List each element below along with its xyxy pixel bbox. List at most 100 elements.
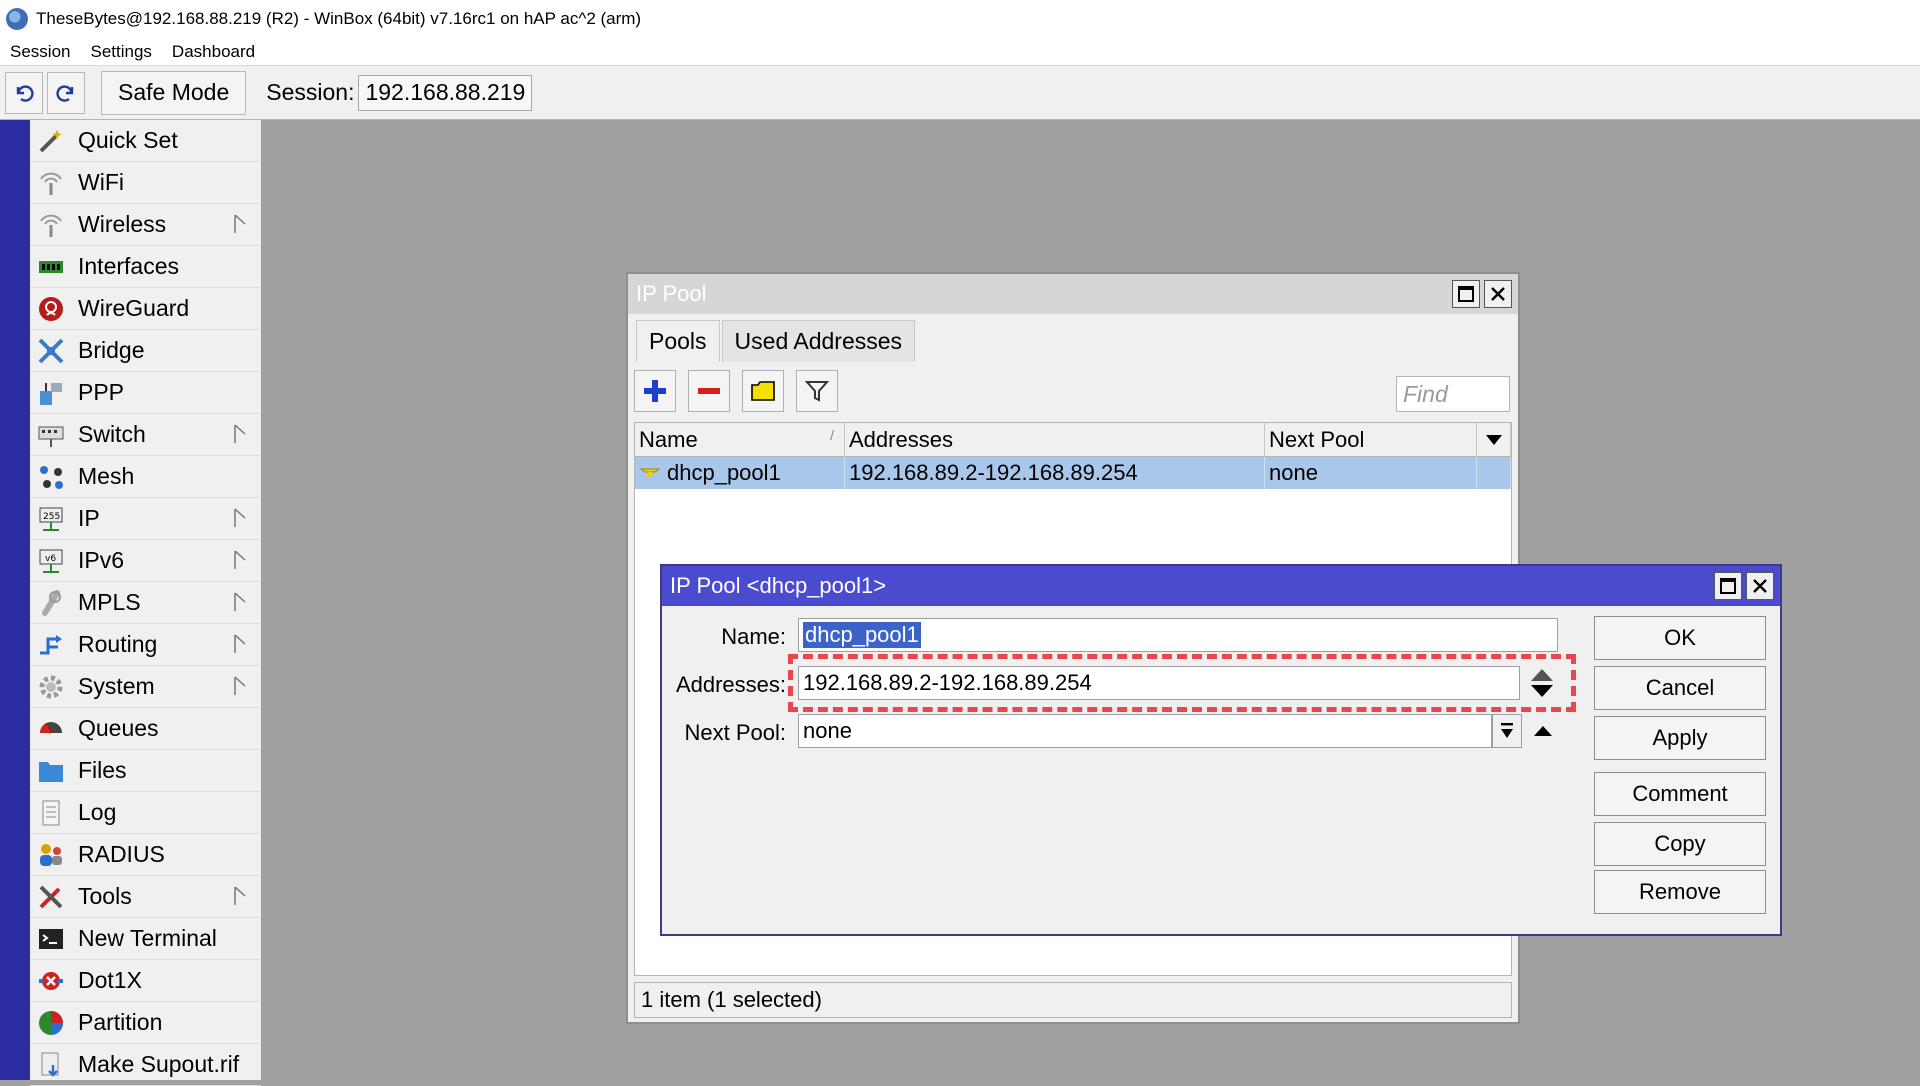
maximize-button[interactable] <box>1452 280 1480 308</box>
dialog-close-button[interactable] <box>1746 572 1774 600</box>
window-titlebar: TheseBytes@192.168.88.219 (R2) - WinBox … <box>0 0 1920 38</box>
window-title: TheseBytes@192.168.88.219 (R2) - WinBox … <box>36 9 642 28</box>
sidebar-item-label: WiFi <box>78 169 124 195</box>
name-field[interactable]: dhcp_pool1 <box>798 618 1558 652</box>
comment-button[interactable]: Comment <box>1594 772 1766 816</box>
sidebar-item-label: PPP <box>78 379 125 405</box>
add-button[interactable] <box>634 370 676 412</box>
column-header-name[interactable]: Name / <box>635 423 845 456</box>
sidebar-item-wireguard[interactable]: WireGuard <box>30 288 261 330</box>
chevron-down-icon <box>1485 434 1502 445</box>
sidebar-item-system[interactable]: System <box>30 666 261 708</box>
switch-icon <box>36 420 66 450</box>
column-chooser-button[interactable] <box>1477 423 1511 456</box>
sidebar-item-ipv6[interactable]: v6 IPv6 <box>30 540 261 582</box>
sidebar-item-partition[interactable]: Partition <box>30 1002 261 1044</box>
sidebar-item-label: Make Supout.rif <box>78 1051 240 1077</box>
sidebar-item-wifi[interactable]: WiFi <box>30 162 261 204</box>
remove-button[interactable]: Remove <box>1594 870 1766 914</box>
redo-icon <box>56 84 74 102</box>
sidebar-item-label: System <box>78 673 155 699</box>
ip-pool-tabs: Pools Used Addresses <box>636 320 917 362</box>
tab-pools[interactable]: Pools <box>636 320 720 362</box>
tab-used-addresses[interactable]: Used Addresses <box>721 320 916 362</box>
ok-button[interactable]: OK <box>1594 616 1766 660</box>
table-row[interactable]: dhcp_pool1 192.168.89.2-192.168.89.254 n… <box>635 457 1511 489</box>
row-filler <box>1477 457 1511 489</box>
sidebar-item-new-terminal[interactable]: New Terminal <box>30 918 261 960</box>
sidebar-item-ip[interactable]: 255 IP <box>30 498 261 540</box>
minus-icon <box>698 388 720 394</box>
sidebar-item-label: Switch <box>78 421 146 447</box>
sidebar-item-routing[interactable]: Routing <box>30 624 261 666</box>
menu-settings[interactable]: Settings <box>90 42 151 62</box>
menu-dashboard[interactable]: Dashboard <box>172 42 255 62</box>
up-down-arrows-icon <box>1531 669 1553 697</box>
ip-pool-edit-dialog: IP Pool <dhcp_pool1> Name: dhcp_pool1 Ad… <box>660 564 1782 936</box>
partition-icon <box>36 1008 66 1038</box>
addresses-label: Addresses: <box>675 672 786 697</box>
filter-button[interactable] <box>796 370 838 412</box>
tools-icon <box>36 882 66 912</box>
sidebar-item-files[interactable]: Files <box>30 750 261 792</box>
ipv6-icon: v6 <box>36 546 66 576</box>
list-toolbar <box>634 370 850 412</box>
menu-session[interactable]: Session <box>10 42 70 62</box>
undo-button[interactable] <box>5 71 43 114</box>
addresses-field[interactable]: 192.168.89.2-192.168.89.254 <box>798 666 1520 700</box>
ip-pool-window-title: IP Pool <box>636 281 707 306</box>
comment-button[interactable] <box>742 370 784 412</box>
find-input[interactable]: Find <box>1396 376 1510 412</box>
sidebar-item-dot1x[interactable]: Dot1X <box>30 960 261 1002</box>
sidebar-item-switch[interactable]: Switch <box>30 414 261 456</box>
sidebar-item-label: Mesh <box>78 463 135 489</box>
ip-pool-window-titlebar[interactable]: IP Pool <box>628 274 1518 314</box>
sidebar-item-interfaces[interactable]: Interfaces <box>30 246 261 288</box>
pool-row-icon <box>639 468 661 478</box>
safe-mode-button[interactable]: Safe Mode <box>101 70 247 115</box>
sidebar-item-bridge[interactable]: Bridge <box>30 330 261 372</box>
folder-icon <box>36 756 66 786</box>
sidebar-item-mesh[interactable]: Mesh <box>30 456 261 498</box>
dialog-maximize-button[interactable] <box>1714 572 1742 600</box>
supout-icon <box>36 1050 66 1080</box>
menu-bar: Session Settings Dashboard <box>0 38 1920 66</box>
next-pool-select[interactable]: none <box>798 714 1492 748</box>
sidebar-item-label: Bridge <box>78 337 145 363</box>
sidebar-item-label: Dot1X <box>78 967 142 993</box>
sidebar-item-label: New Terminal <box>78 925 217 951</box>
maximize-icon <box>1458 286 1474 302</box>
next-pool-collapse-button[interactable] <box>1532 720 1554 742</box>
session-label: Session: <box>266 79 355 105</box>
next-pool-dropdown-button[interactable] <box>1492 714 1522 748</box>
apply-button[interactable]: Apply <box>1594 716 1766 760</box>
sidebar-item-tools[interactable]: Tools <box>30 876 261 918</box>
sidebar-item-label: MPLS <box>78 589 141 615</box>
column-header-name-label: Name <box>639 426 698 452</box>
sidebar-item-radius[interactable]: RADIUS <box>30 834 261 876</box>
column-header-addresses[interactable]: Addresses <box>845 423 1265 456</box>
sidebar-item-mpls[interactable]: MPLS <box>30 582 261 624</box>
sidebar-item-label: Queues <box>78 715 159 741</box>
redo-button[interactable] <box>47 71 85 114</box>
session-field[interactable]: 192.168.88.219 <box>358 74 533 111</box>
column-header-next-pool[interactable]: Next Pool <box>1265 423 1477 456</box>
cancel-button[interactable]: Cancel <box>1594 666 1766 710</box>
next-pool-label: Next Pool: <box>684 720 787 745</box>
submenu-arrow-icon <box>233 591 247 613</box>
dialog-titlebar[interactable]: IP Pool <dhcp_pool1> <box>662 566 1780 606</box>
sidebar-item-log[interactable]: Log <box>30 792 261 834</box>
sidebar-item-ppp[interactable]: PPP <box>30 372 261 414</box>
remove-button[interactable] <box>688 370 730 412</box>
sidebar-item-label: Quick Set <box>78 127 178 153</box>
wand-icon <box>36 126 66 156</box>
sidebar-item-queues[interactable]: Queues <box>30 708 261 750</box>
sidebar-item-wireless[interactable]: Wireless <box>30 204 261 246</box>
sidebar-item-quick-set[interactable]: Quick Set <box>30 120 261 162</box>
submenu-arrow-icon <box>233 885 247 907</box>
status-bar: 1 item (1 selected) <box>634 982 1512 1018</box>
row-name: dhcp_pool1 <box>667 460 781 485</box>
copy-button[interactable]: Copy <box>1594 822 1766 866</box>
close-button[interactable] <box>1484 280 1512 308</box>
addresses-add-remove-control[interactable] <box>1528 666 1556 700</box>
